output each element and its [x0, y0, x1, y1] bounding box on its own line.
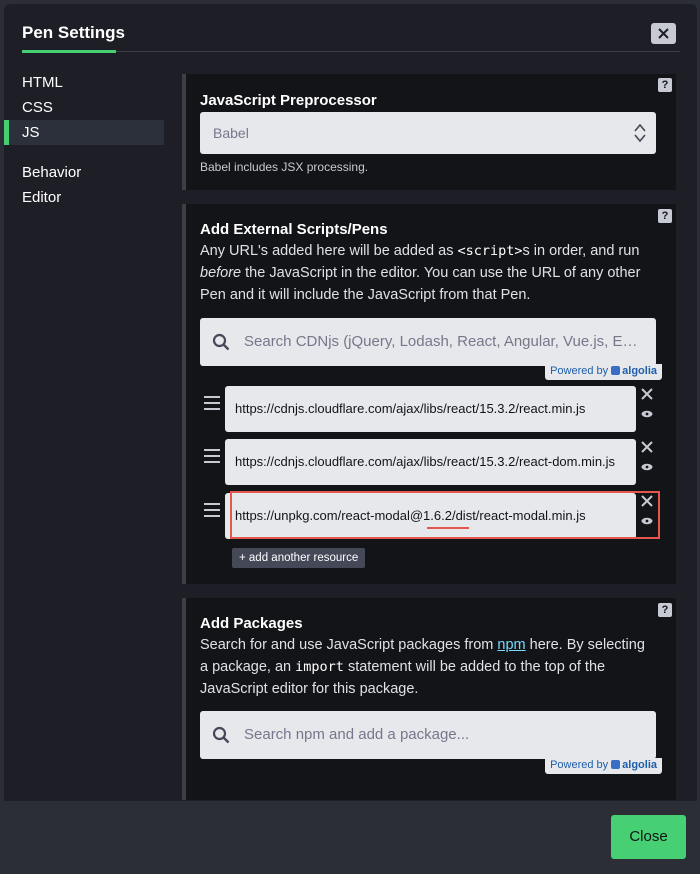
- remove-resource-icon[interactable]: [641, 441, 653, 453]
- version-underline-mark: [427, 527, 469, 529]
- resource-row: https://cdnjs.cloudflare.com/ajax/libs/r…: [200, 386, 660, 432]
- modal-footer: Close: [4, 801, 697, 870]
- cdnjs-search-input[interactable]: Search CDNjs (jQuery, Lodash, React, Ang…: [200, 318, 656, 366]
- toggle-visibility-icon[interactable]: [641, 463, 653, 471]
- resource-url-input[interactable]: https://cdnjs.cloudflare.com/ajax/libs/r…: [225, 386, 636, 432]
- settings-content: JavaScript Preprocessor ? Babel Babel in…: [182, 70, 697, 800]
- external-scripts-title: Add External Scripts/Pens: [200, 221, 388, 238]
- algolia-icon: [611, 760, 621, 769]
- select-arrows-icon: [634, 123, 646, 143]
- modal-title: Pen Settings: [22, 23, 125, 42]
- close-button[interactable]: Close: [611, 815, 686, 859]
- pen-settings-modal: Pen Settings HTML CSS JS Behavior Editor…: [4, 4, 697, 870]
- sidebar-item-behavior[interactable]: Behavior: [4, 160, 164, 185]
- resource-highlight-box: [230, 491, 660, 539]
- npm-link[interactable]: npm: [497, 637, 525, 653]
- preprocessor-hint: Babel includes JSX processing.: [200, 160, 369, 174]
- header-divider: [116, 51, 680, 52]
- sidebar-item-css[interactable]: CSS: [4, 95, 164, 120]
- title-underline: [22, 50, 116, 53]
- drag-handle-icon[interactable]: [204, 449, 220, 463]
- preprocessor-title: JavaScript Preprocessor: [200, 92, 377, 109]
- packages-panel: Add Packages ? Search for and use JavaSc…: [182, 598, 676, 800]
- external-help-icon[interactable]: ?: [658, 209, 672, 223]
- preprocessor-selected-value: Babel: [213, 125, 249, 141]
- packages-title: Add Packages: [200, 615, 303, 632]
- packages-description: Search for and use JavaScript packages f…: [200, 637, 645, 697]
- npm-search-placeholder: Search npm and add a package...: [244, 726, 470, 743]
- remove-resource-icon[interactable]: [641, 388, 653, 400]
- search-icon: [212, 726, 230, 744]
- algolia-icon: [611, 366, 621, 375]
- modal-header: Pen Settings: [4, 4, 697, 54]
- resource-url-input[interactable]: https://cdnjs.cloudflare.com/ajax/libs/r…: [225, 439, 636, 485]
- toggle-visibility-icon[interactable]: [641, 410, 653, 418]
- sidebar-item-editor[interactable]: Editor: [4, 185, 164, 210]
- drag-handle-icon[interactable]: [204, 396, 220, 410]
- external-description: Any URL's added here will be added as <s…: [200, 243, 641, 303]
- algolia-badge: Powered by algolia: [545, 758, 662, 774]
- preprocessor-select[interactable]: Babel: [200, 112, 656, 154]
- search-icon: [212, 333, 230, 351]
- sidebar-item-js[interactable]: JS: [4, 120, 164, 145]
- resource-row: https://cdnjs.cloudflare.com/ajax/libs/r…: [200, 439, 660, 485]
- external-scripts-panel: Add External Scripts/Pens ? Any URL's ad…: [182, 204, 676, 584]
- algolia-badge: Powered by algolia: [545, 364, 662, 380]
- preprocessor-help-icon[interactable]: ?: [658, 78, 672, 92]
- sidebar-item-html[interactable]: HTML: [4, 70, 164, 95]
- close-icon: [658, 28, 669, 39]
- cdnjs-search-placeholder: Search CDNjs (jQuery, Lodash, React, Ang…: [244, 333, 649, 350]
- add-resource-button[interactable]: + add another resource: [232, 548, 366, 568]
- npm-search-input[interactable]: Search npm and add a package...: [200, 711, 656, 759]
- packages-help-icon[interactable]: ?: [658, 603, 672, 617]
- settings-sidebar: HTML CSS JS Behavior Editor: [4, 70, 164, 210]
- drag-handle-icon[interactable]: [204, 503, 220, 517]
- preprocessor-panel: JavaScript Preprocessor ? Babel Babel in…: [182, 74, 676, 190]
- resource-row: https://unpkg.com/react-modal@1.6.2/dist…: [200, 491, 660, 539]
- close-modal-button[interactable]: [651, 23, 676, 44]
